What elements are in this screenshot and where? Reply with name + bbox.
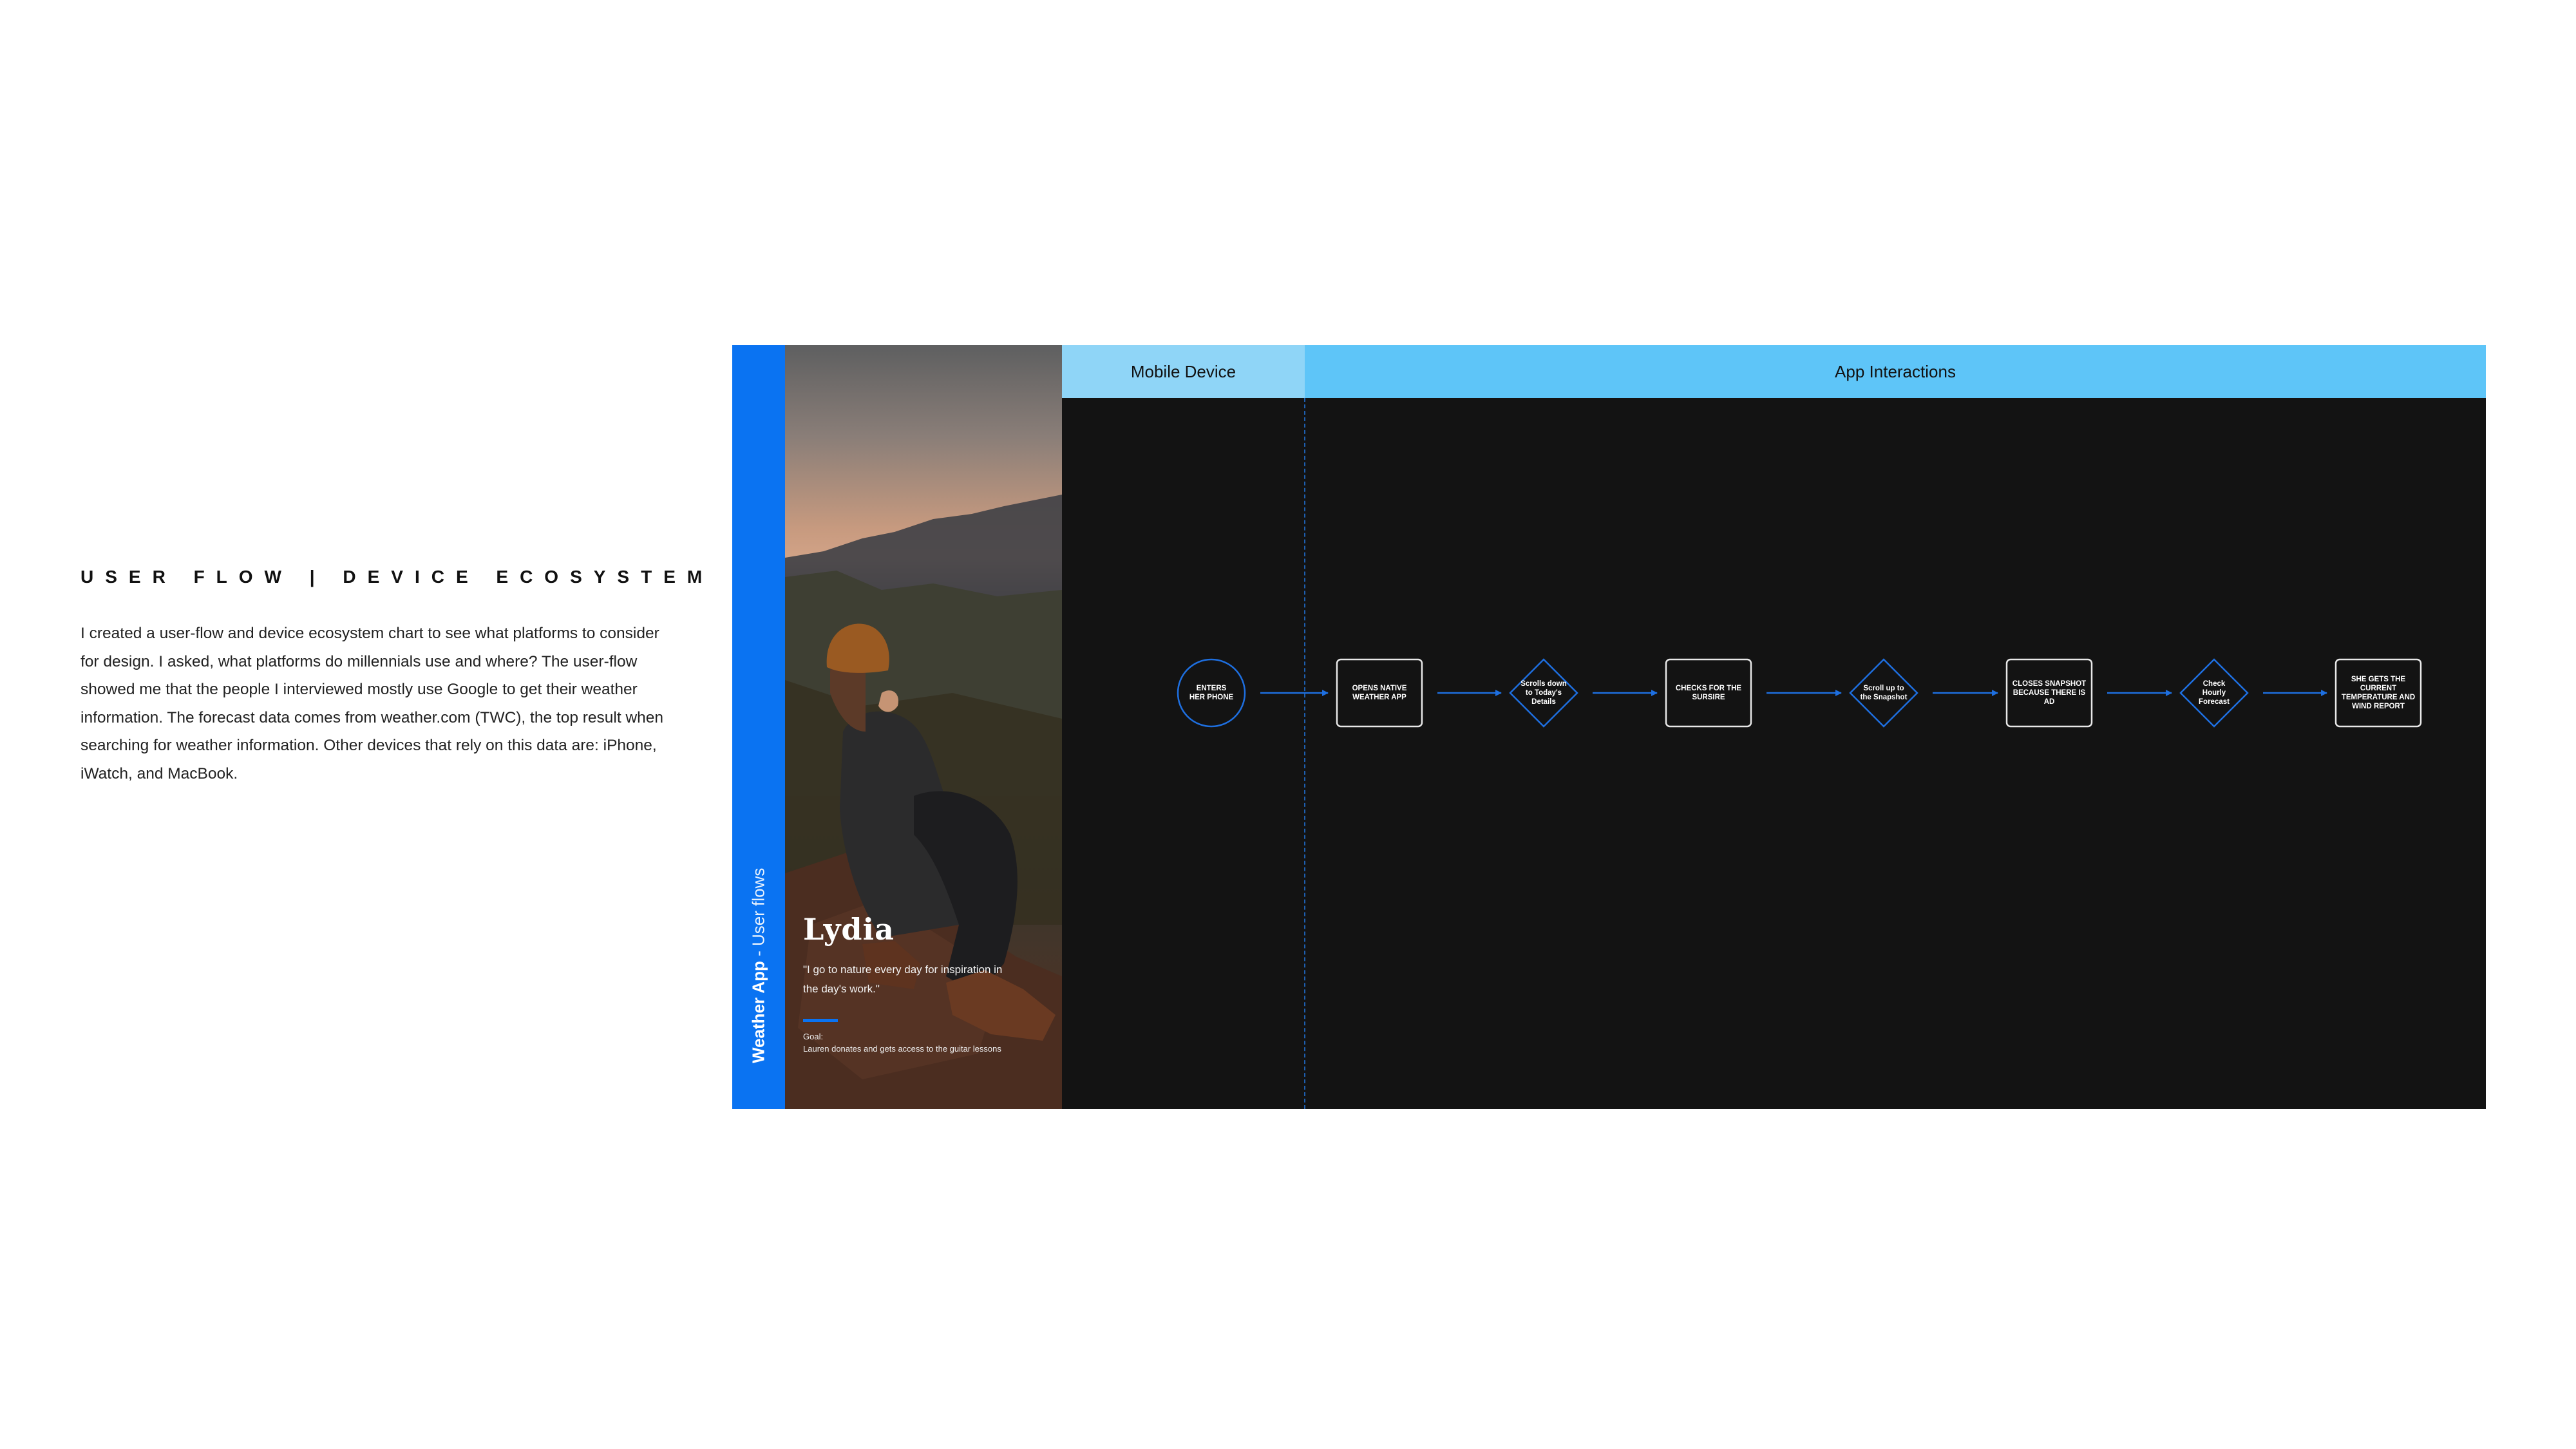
- flow-step-1-label: ENTERS HER PHONE: [1189, 685, 1234, 701]
- flow-step-8-label: SHE GETS THE CURRENT TEMPERATURE AND WIN…: [2341, 676, 2416, 710]
- intro-section: USER FLOW | DEVICE ECOSYSTEM I created a…: [80, 567, 714, 788]
- flow-step-6-label: CLOSES SNAPSHOT BECAUSE THERE IS AD: [2012, 680, 2087, 706]
- flow-step-3-label: Scrolls down to Today's Details: [1520, 680, 1567, 706]
- section-heading: USER FLOW | DEVICE ECOSYSTEM: [80, 567, 714, 587]
- user-flow-board: Weather App - User flows Lydia "I go to …: [732, 345, 2486, 1109]
- flow-step-7-label: Check Hourly Forecast: [2199, 680, 2230, 706]
- section-description: I created a user-flow and device ecosyst…: [80, 625, 664, 782]
- flow-diagram: [1177, 658, 2422, 728]
- flow-step-2-label: OPENS NATIVE WEATHER APP: [1352, 685, 1407, 701]
- flow-step-5-label: Scroll up to the Snapshot: [1860, 685, 1908, 701]
- flow-step-4-label: CHECKS FOR THE SURSIRE: [1675, 685, 1742, 701]
